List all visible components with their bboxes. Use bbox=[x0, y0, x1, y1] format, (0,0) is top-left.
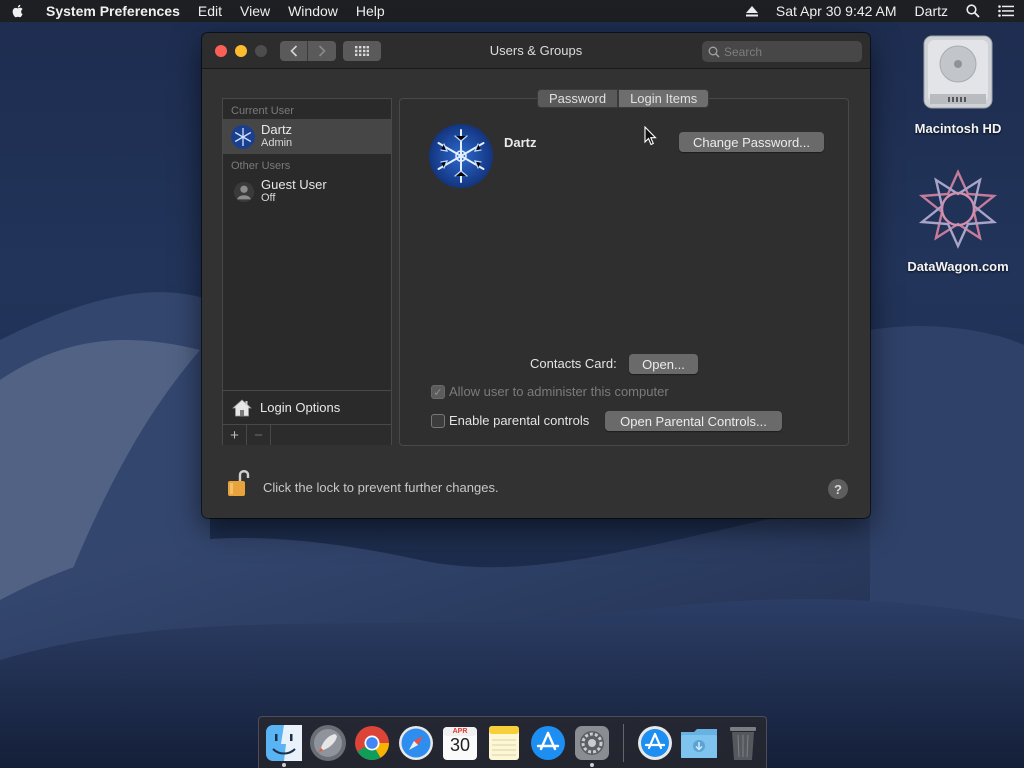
other-users-header: Other Users bbox=[231, 160, 291, 172]
parental-controls-label: Enable parental controls bbox=[449, 413, 590, 428]
user-avatar[interactable] bbox=[429, 124, 493, 188]
sidebar-user-name: Dartz bbox=[261, 122, 293, 137]
trash-icon bbox=[730, 726, 756, 760]
mouse-pointer-icon bbox=[644, 126, 657, 146]
running-indicator bbox=[590, 762, 594, 767]
menu-help[interactable]: Help bbox=[356, 3, 385, 19]
allow-admin-checkbox[interactable]: ✓ bbox=[431, 385, 445, 399]
dock-calendar[interactable]: APR 30 bbox=[441, 724, 479, 762]
parental-controls-checkbox[interactable] bbox=[431, 414, 445, 428]
calendar-month: APR bbox=[452, 727, 468, 735]
menu-view[interactable]: View bbox=[240, 3, 270, 19]
finder-icon bbox=[266, 724, 302, 761]
window-titlebar[interactable]: Users & Groups bbox=[202, 33, 870, 69]
snowflake-avatar-icon bbox=[231, 124, 255, 149]
tab-login-items[interactable]: Login Items bbox=[618, 89, 710, 108]
app-store-icon bbox=[531, 725, 565, 760]
menubar-clock[interactable]: Sat Apr 30 9:42 AM bbox=[776, 3, 897, 19]
current-user-header: Current User bbox=[231, 105, 294, 117]
dock-chrome[interactable] bbox=[353, 724, 391, 762]
downloads-folder-icon bbox=[681, 728, 717, 758]
contacts-card-label: Contacts Card: bbox=[530, 356, 617, 371]
users-sidebar: Current User Dartz Admin Other Users Gue… bbox=[222, 98, 392, 445]
search-input[interactable] bbox=[724, 44, 854, 59]
desktop-icon-datawagon[interactable]: DataWagon.com bbox=[898, 168, 1018, 274]
unlocked-padlock-icon[interactable] bbox=[226, 467, 252, 499]
menu-app-name[interactable]: System Preferences bbox=[46, 3, 180, 19]
dock-launchpad[interactable] bbox=[309, 724, 347, 762]
user-full-name: Dartz bbox=[504, 135, 537, 150]
sidebar-user-role: Admin bbox=[261, 137, 293, 149]
desktop-icon-label: DataWagon.com bbox=[907, 259, 1009, 274]
house-icon bbox=[232, 398, 252, 416]
notes-icon bbox=[489, 725, 519, 760]
datawagon-logo-icon bbox=[918, 169, 998, 249]
lock-status-text: Click the lock to prevent further change… bbox=[263, 480, 499, 495]
app-store-download-icon bbox=[638, 725, 672, 760]
user-detail-panel: Dartz Change Password... Contacts Card: … bbox=[399, 98, 849, 446]
dock-downloads-folder[interactable] bbox=[680, 724, 718, 762]
sidebar-user-dartz[interactable]: Dartz Admin bbox=[223, 119, 391, 154]
help-button[interactable]: ? bbox=[828, 479, 848, 499]
open-parental-controls-button[interactable]: Open Parental Controls... bbox=[605, 411, 782, 431]
dock-app-store[interactable] bbox=[529, 724, 567, 762]
notification-center-icon[interactable] bbox=[998, 5, 1014, 17]
dock-notes[interactable] bbox=[485, 724, 523, 762]
chrome-icon bbox=[355, 725, 389, 760]
menu-window[interactable]: Window bbox=[288, 3, 338, 19]
login-options-item[interactable]: Login Options bbox=[223, 390, 391, 424]
menu-edit[interactable]: Edit bbox=[198, 3, 222, 19]
dock-system-preferences[interactable] bbox=[573, 724, 611, 767]
launchpad-rocket-icon bbox=[310, 724, 346, 761]
menu-bar: System Preferences Edit View Window Help… bbox=[0, 0, 1024, 22]
login-options-label: Login Options bbox=[260, 400, 341, 415]
add-user-button[interactable]: + bbox=[223, 425, 247, 445]
sidebar-user-guest[interactable]: Guest User Off bbox=[223, 174, 391, 209]
tab-bar: Password Login Items bbox=[537, 89, 710, 108]
running-indicator bbox=[282, 762, 286, 767]
safari-compass-icon bbox=[399, 725, 433, 760]
desktop-icon-label: Macintosh HD bbox=[914, 121, 1002, 136]
change-password-button[interactable]: Change Password... bbox=[679, 132, 824, 152]
calendar-day: 30 bbox=[449, 734, 471, 755]
dock-trash[interactable] bbox=[724, 724, 762, 762]
dock-safari[interactable] bbox=[397, 724, 435, 762]
menubar-user[interactable]: Dartz bbox=[915, 3, 948, 19]
guest-user-icon bbox=[233, 181, 255, 202]
users-groups-window: Users & Groups Current User Dartz Admin … bbox=[202, 33, 870, 518]
eject-icon[interactable] bbox=[745, 5, 758, 17]
search-icon bbox=[708, 46, 720, 58]
dock-app-store-download[interactable] bbox=[636, 724, 674, 762]
dock-separator bbox=[623, 723, 624, 762]
tab-password[interactable]: Password bbox=[537, 89, 619, 108]
dock-finder[interactable] bbox=[265, 724, 303, 767]
search-field[interactable] bbox=[702, 41, 862, 62]
apple-menu-icon[interactable] bbox=[10, 3, 26, 19]
gear-icon bbox=[575, 725, 609, 760]
remove-user-button[interactable]: − bbox=[247, 425, 271, 445]
sidebar-user-name: Guest User bbox=[261, 177, 327, 192]
dock: APR 30 bbox=[258, 716, 767, 768]
spotlight-search-icon[interactable] bbox=[966, 4, 980, 18]
allow-admin-label: Allow user to administer this computer bbox=[449, 384, 669, 399]
snowflake-picture-icon bbox=[429, 124, 493, 188]
sidebar-user-status: Off bbox=[261, 192, 276, 204]
hard-drive-icon bbox=[923, 35, 993, 109]
sidebar-toolbar: + − bbox=[223, 424, 391, 445]
desktop-icon-macintosh-hd[interactable]: Macintosh HD bbox=[898, 34, 1018, 136]
open-contacts-button[interactable]: Open... bbox=[629, 354, 698, 374]
